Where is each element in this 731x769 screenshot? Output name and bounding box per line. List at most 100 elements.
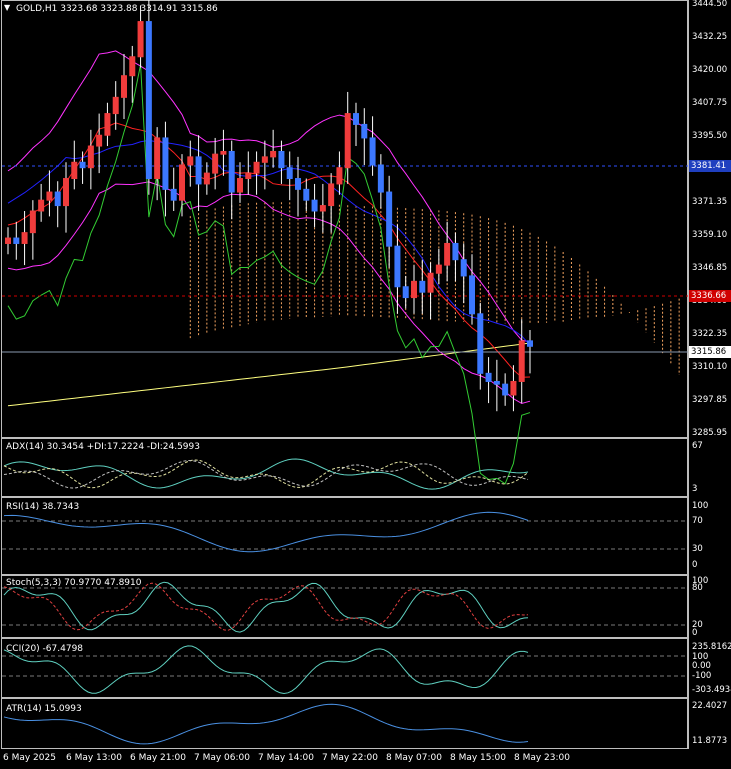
cci-tick-max: 235.8162	[692, 642, 731, 652]
price-tick: 3371.35	[692, 197, 728, 207]
candle-body	[361, 123, 368, 139]
stoch-tick-0: 0	[692, 628, 698, 638]
candle-body	[195, 156, 202, 185]
candle-body	[104, 113, 111, 136]
chikou-line	[7, 64, 531, 485]
candle-body	[237, 178, 243, 193]
bb-lower-line	[7, 181, 531, 404]
candle-body	[477, 313, 484, 374]
main-header: GOLD,H1 3323.68 3323.88 3314.91 3315.86	[16, 4, 218, 14]
candle-body	[13, 237, 20, 244]
candle-body	[29, 210, 36, 234]
candle-body	[228, 150, 235, 193]
candle-body	[469, 275, 475, 315]
x-tick: 6 May 2025	[3, 753, 56, 763]
candle-body	[319, 205, 326, 212]
candle-body	[261, 156, 268, 163]
price-tick: 3285.95	[692, 428, 728, 438]
current-price-tag: 3315.86	[689, 346, 731, 358]
candle-body	[369, 137, 376, 166]
rsi-label: RSI(14) 38.7343	[6, 502, 80, 512]
adx-tick-high: 67	[692, 441, 703, 451]
rsi-tick-100: 100	[692, 501, 709, 511]
candle-body	[253, 161, 260, 174]
candle-body	[386, 191, 393, 247]
candle-body	[377, 164, 384, 193]
atr-tick-low: 11.8773	[692, 736, 728, 746]
chart-canvas[interactable]	[0, 0, 731, 769]
candle-body	[427, 272, 434, 293]
blue-level-tag: 3381.41	[689, 160, 731, 172]
candle-body	[311, 199, 318, 212]
kijun-line	[7, 139, 531, 346]
candle-body	[170, 188, 177, 201]
collapse-icon[interactable]: ▼	[4, 3, 10, 12]
candle-body	[71, 161, 78, 180]
adx-tick-low: 3	[692, 484, 698, 494]
candle-body	[278, 150, 285, 169]
x-tick: 8 May 07:00	[386, 753, 442, 763]
x-tick: 7 May 06:00	[194, 753, 250, 763]
x-tick: 7 May 22:00	[322, 753, 378, 763]
candle-body	[87, 145, 94, 169]
candle-body	[21, 232, 28, 244]
candle-body	[63, 178, 69, 207]
candle-body	[270, 150, 277, 158]
cci-tick-0: 0.00	[692, 661, 711, 671]
candle-body	[435, 264, 442, 274]
x-tick: 6 May 13:00	[66, 753, 122, 763]
x-tick: 7 May 14:00	[258, 753, 314, 763]
candle-body	[344, 113, 351, 169]
candle-body	[295, 178, 301, 190]
candle-body	[394, 245, 401, 288]
price-tick: 3322.35	[692, 329, 728, 339]
x-tick: 8 May 23:00	[514, 753, 570, 763]
candle-body	[179, 164, 185, 201]
candle-body	[328, 183, 335, 207]
candle-body	[129, 56, 136, 77]
price-tick: 3420.00	[692, 65, 728, 75]
candle-body	[510, 380, 517, 396]
price-tick: 3407.75	[692, 98, 728, 108]
rsi-tick-0: 0	[692, 560, 698, 570]
candle-body	[5, 237, 11, 244]
bb-upper-line	[7, 50, 531, 343]
candle-body	[444, 242, 451, 266]
x-tick: 6 May 21:00	[130, 753, 186, 763]
candle-body	[518, 340, 525, 382]
stoch-tick-80: 80	[692, 583, 703, 593]
adx-label: ADX(14) 30.3454 +DI:17.2224 -DI:24.5993	[6, 442, 200, 452]
rsi-line	[3, 511, 529, 553]
price-tick: 3432.25	[692, 32, 728, 42]
candle-body	[286, 167, 293, 180]
cci-tick-m100: -100	[692, 671, 712, 681]
cci-label: CCI(20) -67.4798	[6, 644, 84, 654]
candle-body	[402, 286, 409, 299]
candle-body	[187, 156, 194, 166]
candle-body	[419, 280, 426, 293]
candle-body	[154, 137, 161, 180]
candle-body	[46, 191, 53, 201]
candle-body	[493, 380, 500, 385]
candle-body	[460, 259, 467, 277]
cci-tick-min: -303.4934	[692, 685, 731, 695]
x-tick: 8 May 15:00	[450, 753, 506, 763]
candle-body	[54, 191, 61, 207]
price-tick: 3395.50	[692, 131, 728, 141]
candle-body	[485, 372, 492, 382]
atr-line	[3, 703, 529, 745]
price-tick: 3297.85	[692, 395, 728, 405]
rsi-tick-30: 30	[692, 544, 703, 554]
candle-body	[96, 134, 103, 147]
rsi-tick-70: 70	[692, 516, 703, 526]
candle-body	[527, 340, 533, 347]
candle-body	[245, 172, 252, 180]
candle-body	[112, 96, 119, 115]
red-level-tag: 3336.66	[689, 290, 731, 302]
candle-body	[303, 188, 310, 201]
candle-body	[411, 280, 417, 299]
candle-body	[145, 21, 152, 180]
adx-main-line	[3, 458, 529, 490]
candle-body	[137, 21, 144, 58]
price-tick: 3346.85	[692, 263, 728, 273]
